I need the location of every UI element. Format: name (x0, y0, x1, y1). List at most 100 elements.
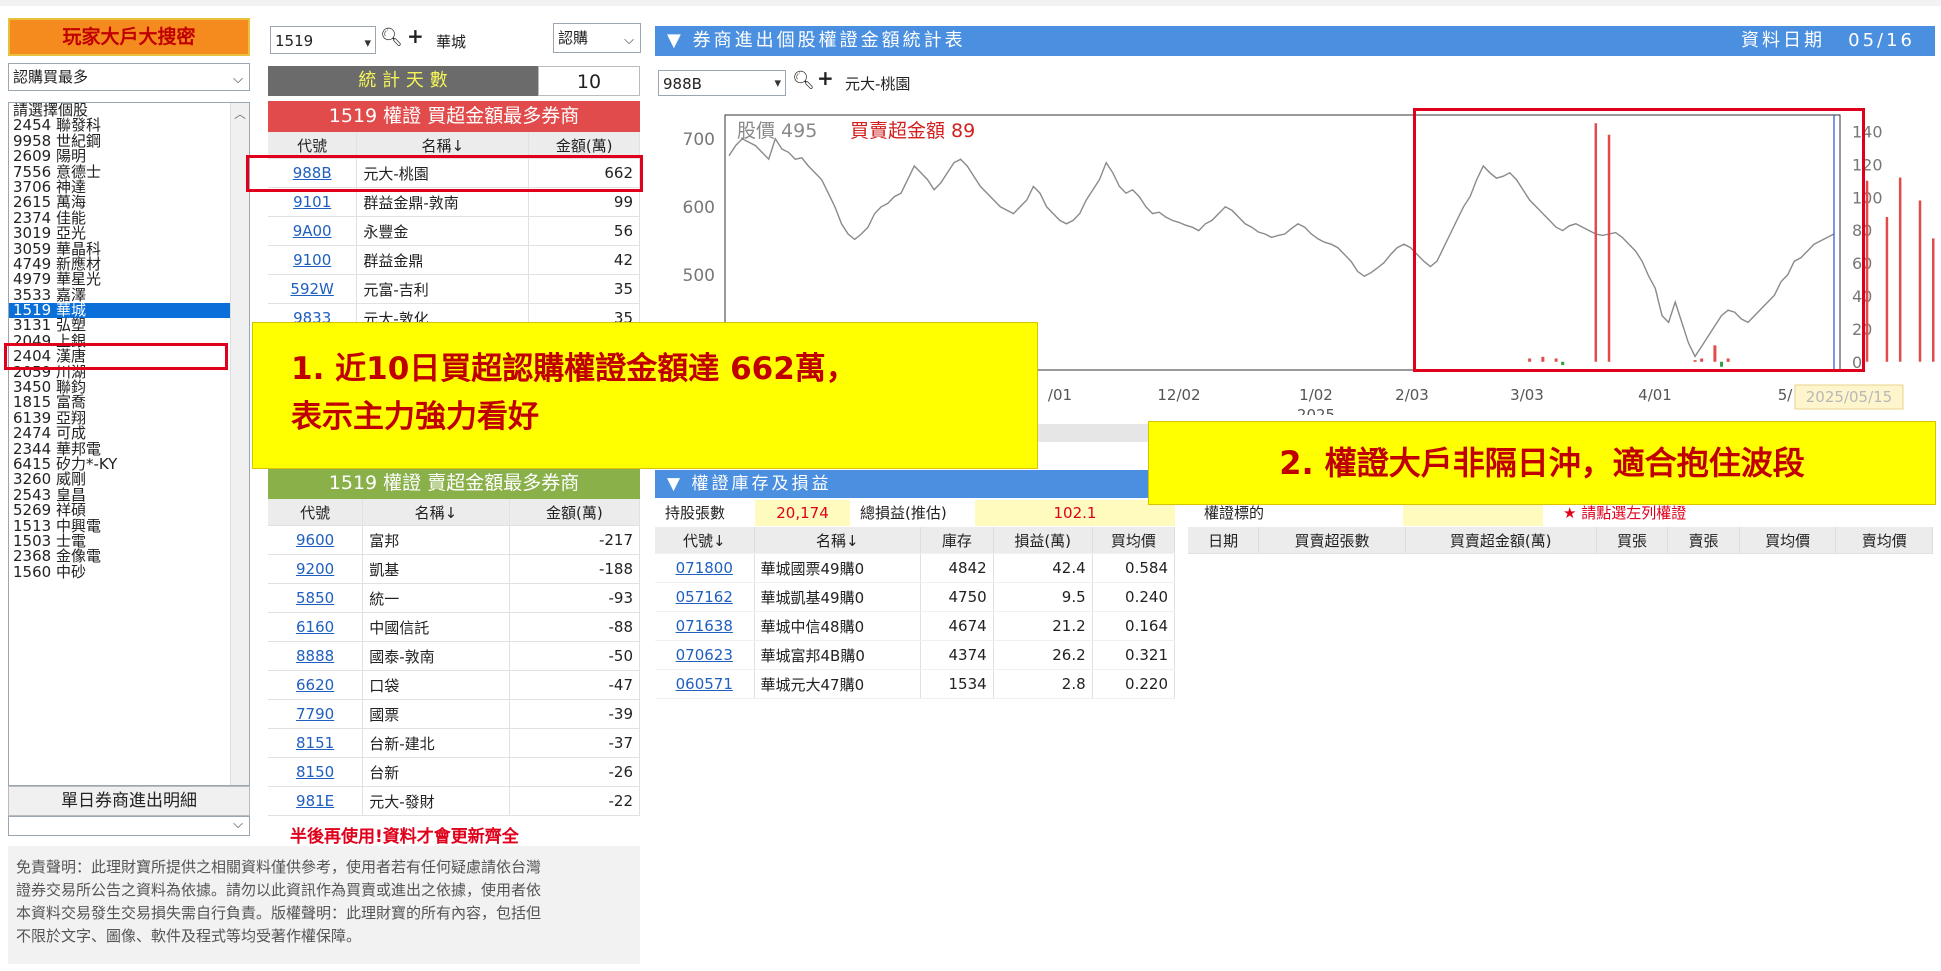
chevron-down-icon: ⌵ (624, 33, 634, 48)
code-link[interactable]: 8151 (268, 728, 364, 758)
disclaimer: 免責聲明：此理財寶所提供之相關資料僅供參考，使用者若有任何疑慮請依台灣 證券交易… (8, 846, 640, 964)
sell-table-row[interactable]: 8888 國泰-敦南 -50 (268, 641, 641, 671)
sell-table-row[interactable]: 9200 凱基 -188 (268, 554, 641, 584)
inventory-row[interactable]: 071800 華城國票49購0 4842 42.4 0.584 (655, 553, 1176, 583)
code-link[interactable]: 981E (268, 786, 364, 816)
code-link[interactable]: 9100 (268, 245, 358, 275)
inventory-row-header: 代號↓ 名稱↓ 庫存 損益(萬) 買均價 (655, 527, 1176, 554)
column-header[interactable]: 買賣超張數 (1258, 527, 1406, 554)
pnl-label: 總損益(推估) (860, 504, 947, 522)
column-header[interactable]: 損益(萬) (993, 527, 1093, 554)
hover-date-label: 2025/05/15 (1806, 388, 1892, 406)
code-link[interactable]: 060571 (655, 669, 755, 699)
code-link[interactable]: 057162 (655, 582, 755, 612)
broker-code-input[interactable]: 988B ▾ (658, 70, 786, 96)
table-cell: 富邦 (362, 525, 510, 555)
code-link[interactable]: 7790 (268, 699, 364, 729)
sell-table-row[interactable]: 5850 統一 -93 (268, 583, 641, 613)
detail-row-header: 日期 買賣超張數 買賣超金額(萬) 買張 賣張 買均價 賣均價 (1188, 527, 1933, 554)
inventory-summary: 持股張數 20,174 總損益(推估) 102.1 (655, 500, 1175, 526)
code-link[interactable]: 8888 (268, 641, 364, 671)
inventory-row[interactable]: 070623 華城富邦4B購0 4374 26.2 0.321 (655, 640, 1176, 670)
add-icon[interactable]: + (407, 24, 424, 48)
column-header[interactable]: 名稱↓ (754, 527, 922, 554)
warrant-detail-table: 日期 買賣超張數 買賣超金額(萬) 買張 賣張 買均價 賣均價 (1188, 527, 1933, 554)
table-cell: -217 (509, 525, 641, 555)
table-cell: 台新 (362, 757, 510, 787)
table-cell: -26 (509, 757, 641, 787)
table-cell: 0.220 (1092, 669, 1176, 699)
sell-table-row[interactable]: 6620 口袋 -47 (268, 670, 641, 700)
main-panel-title: ▼ 券商進出個股權證金額統計表 (667, 30, 966, 51)
column-header[interactable]: 名稱↓ (362, 499, 510, 526)
add-icon[interactable]: + (817, 66, 834, 90)
table-cell: 中國信託 (362, 612, 510, 642)
inventory-row[interactable]: 071638 華城中信48購0 4674 21.2 0.164 (655, 611, 1176, 641)
column-header[interactable]: 日期 (1188, 527, 1260, 554)
warrant-type-select[interactable]: 認購 ⌵ (553, 23, 641, 53)
search-icon[interactable]: 🔍︎ (792, 70, 815, 91)
daily-broker-detail-button[interactable]: 單日券商進出明細 (8, 786, 250, 816)
column-header[interactable]: 買均價 (1739, 527, 1837, 554)
table-cell: 0.321 (1092, 640, 1176, 670)
sell-table-row[interactable]: 8150 台新 -26 (268, 757, 641, 787)
column-header[interactable]: 賣均價 (1835, 527, 1933, 554)
inventory-row[interactable]: 060571 華城元大47購0 1534 2.8 0.220 (655, 669, 1176, 699)
stock-list-scrollbar[interactable]: ︿ (230, 103, 249, 785)
sell-table-row[interactable]: 981E 元大-發財 -22 (268, 786, 641, 816)
data-date-value: 05/16 (1848, 30, 1915, 51)
stock-list-item[interactable]: 1560 中砂 (9, 564, 249, 580)
code-link[interactable]: 8150 (268, 757, 364, 787)
search-icon[interactable]: 🔍︎ (380, 27, 403, 48)
code-link[interactable]: 071800 (655, 553, 755, 583)
sell-table-row[interactable]: 8151 台新-建北 -37 (268, 728, 641, 758)
buy-table-row[interactable]: 592W 元富-吉利 35 (268, 274, 640, 304)
column-header[interactable]: 買均價 (1092, 527, 1176, 554)
inventory-title: ▼ 權證庫存及損益 (655, 470, 1175, 498)
code-link[interactable]: 5850 (268, 583, 364, 613)
buy-table-row[interactable]: 9100 群益金鼎 42 (268, 245, 640, 275)
column-header[interactable]: 買賣超金額(萬) (1405, 527, 1597, 554)
stock-list[interactable]: 請選擇個股 2454 聯發科 9958 世紀鋼 2609 陽明 7556 意德士 3706… (8, 102, 250, 786)
buy-table-row[interactable]: 9A00 永豐金 56 (268, 216, 640, 246)
detail-select[interactable]: ⌵ (8, 816, 250, 836)
table-cell: 35 (528, 274, 640, 304)
dropdown-arrow-icon[interactable]: ▾ (364, 30, 371, 58)
column-header[interactable]: 代號↓ (655, 527, 755, 554)
holding-label: 持股張數 (665, 504, 726, 522)
stock-code-input[interactable]: 1519 ▾ (270, 26, 376, 54)
code-link[interactable]: 9200 (268, 554, 364, 584)
code-link[interactable]: 6160 (268, 612, 364, 642)
code-link[interactable]: 6620 (268, 670, 364, 700)
sell-table-row[interactable]: 6160 中國信託 -88 (268, 612, 641, 642)
code-link[interactable]: 592W (268, 274, 358, 304)
table-cell: 國票 (362, 699, 510, 729)
highlight-box-top-buyer (246, 155, 643, 192)
stats-days-input[interactable]: 10 (538, 66, 640, 96)
sell-table-row[interactable]: 9600 富邦 -217 (268, 525, 641, 555)
sell-table-row[interactable]: 7790 國票 -39 (268, 699, 641, 729)
code-link[interactable]: 9600 (268, 525, 364, 555)
highlight-box-selected-stock (4, 343, 228, 370)
scroll-up-icon[interactable]: ︿ (231, 105, 249, 122)
column-header[interactable]: 代號 (268, 499, 364, 526)
table-cell: 統一 (362, 583, 510, 613)
column-header[interactable]: 賣張 (1667, 527, 1740, 554)
table-cell: -22 (509, 786, 641, 816)
table-cell: 華城國票49購0 (754, 553, 922, 583)
column-header[interactable]: 庫存 (920, 527, 994, 554)
x-tick: 1/02 (1299, 386, 1333, 404)
code-link[interactable]: 9A00 (268, 216, 358, 246)
highlight-box-chart-region (1413, 108, 1865, 372)
table-cell: 凱基 (362, 554, 510, 584)
dropdown-arrow-icon[interactable]: ▾ (774, 71, 781, 97)
code-link[interactable]: 071638 (655, 611, 755, 641)
buy-table-title: 1519 權證 買超金額最多券商 (268, 101, 640, 132)
inventory-row[interactable]: 057162 華城凱基49購0 4750 9.5 0.240 (655, 582, 1176, 612)
column-header[interactable]: 買張 (1596, 527, 1669, 554)
column-header[interactable]: 金額(萬) (509, 499, 641, 526)
table-cell: 華城元大47購0 (754, 669, 922, 699)
code-link[interactable]: 070623 (655, 640, 755, 670)
ranking-select[interactable]: 認購買最多 ⌵ (8, 63, 250, 91)
top-search-button[interactable]: 玩家大戶大搜密 (8, 18, 250, 56)
